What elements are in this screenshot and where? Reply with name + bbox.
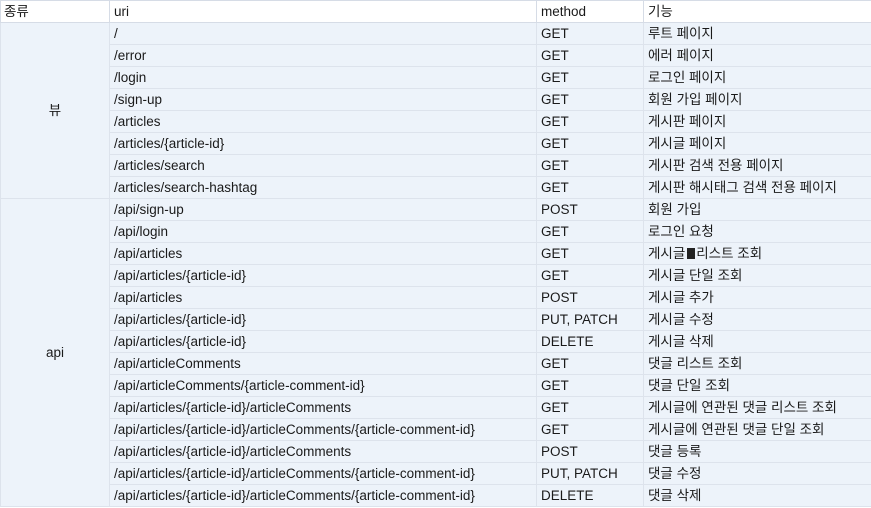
table-row: /api/articles/{article-id} GET 게시글 단일 조회 bbox=[1, 264, 871, 287]
header-kind-cell[interactable]: 종류 bbox=[0, 0, 110, 23]
uri-cell[interactable]: /api/articles/{article-id} bbox=[109, 308, 537, 331]
group-cell-view[interactable]: 뷰 bbox=[0, 22, 110, 199]
table-row: /articles GET 게시판 페이지 bbox=[1, 110, 871, 133]
uri-cell[interactable]: /articles/{article-id} bbox=[109, 132, 537, 155]
table-row: /login GET 로그인 페이지 bbox=[1, 66, 871, 89]
method-cell[interactable]: DELETE bbox=[536, 484, 644, 507]
func-cell[interactable]: 로그인 요청 bbox=[643, 220, 871, 243]
header-row: 종류 uri method 기능 bbox=[0, 0, 871, 23]
table-row: /articles/search GET 게시판 검색 전용 페이지 bbox=[1, 154, 871, 177]
table-row: /api/articles GET 게시글 리스트 조회 bbox=[1, 242, 871, 265]
func-cell[interactable]: 댓글 등록 bbox=[643, 440, 871, 463]
table-row: /articles/search-hashtag GET 게시판 해시태그 검색… bbox=[1, 176, 871, 199]
func-cell[interactable]: 게시판 페이지 bbox=[643, 110, 871, 133]
table-row: /api/articles/{article-id} PUT, PATCH 게시… bbox=[1, 308, 871, 331]
uri-cell[interactable]: /api/articles bbox=[109, 242, 537, 265]
table-row: api /api/sign-up POST 회원 가입 bbox=[0, 198, 871, 507]
method-cell[interactable]: GET bbox=[536, 88, 644, 111]
method-cell[interactable]: GET bbox=[536, 44, 644, 67]
func-cell[interactable]: 회원 가입 페이지 bbox=[643, 88, 871, 111]
method-cell[interactable]: DELETE bbox=[536, 330, 644, 353]
uri-cell[interactable]: /sign-up bbox=[109, 88, 537, 111]
uri-cell[interactable]: /articles/search-hashtag bbox=[109, 176, 537, 199]
func-cell[interactable]: 댓글 수정 bbox=[643, 462, 871, 485]
uri-cell[interactable]: /articles bbox=[109, 110, 537, 133]
table-row: /sign-up GET 회원 가입 페이지 bbox=[1, 88, 871, 111]
func-cell[interactable]: 로그인 페이지 bbox=[643, 66, 871, 89]
uri-cell[interactable]: /api/login bbox=[109, 220, 537, 243]
uri-cell[interactable]: /api/articleComments bbox=[109, 352, 537, 375]
func-cell[interactable]: 게시글 수정 bbox=[643, 308, 871, 331]
table-row: /api/articles/{article-id}/articleCommen… bbox=[1, 418, 871, 441]
method-cell[interactable]: GET bbox=[536, 176, 644, 199]
method-cell[interactable]: GET bbox=[536, 132, 644, 155]
func-cell[interactable]: 게시글 삭제 bbox=[643, 330, 871, 353]
group-cell-api[interactable]: api bbox=[0, 198, 110, 507]
table-row: /api/articles/{article-id}/articleCommen… bbox=[1, 462, 871, 485]
table-row: /api/articles POST 게시글 추가 bbox=[1, 286, 871, 309]
func-cell[interactable]: 에러 페이지 bbox=[643, 44, 871, 67]
uri-cell[interactable]: /api/articles/{article-id}/articleCommen… bbox=[109, 484, 537, 507]
table-row: /api/articles/{article-id}/articleCommen… bbox=[1, 396, 871, 419]
table-row: /api/articleComments/{article-comment-id… bbox=[1, 374, 871, 397]
func-cell[interactable]: 루트 페이지 bbox=[643, 22, 871, 45]
func-cell[interactable]: 게시글에 연관된 댓글 리스트 조회 bbox=[643, 396, 871, 419]
method-cell[interactable]: GET bbox=[536, 418, 644, 441]
uri-cell[interactable]: /login bbox=[109, 66, 537, 89]
method-cell[interactable]: PUT, PATCH bbox=[536, 308, 644, 331]
header-method-cell[interactable]: method bbox=[536, 0, 644, 23]
uri-cell[interactable]: /api/articles/{article-id}/articleCommen… bbox=[109, 418, 537, 441]
uri-cell[interactable]: /api/articles/{article-id}/articleCommen… bbox=[109, 440, 537, 463]
method-cell[interactable]: GET bbox=[536, 220, 644, 243]
table-row: /api/login GET 로그인 요청 bbox=[1, 220, 871, 243]
header-func-cell[interactable]: 기능 bbox=[643, 0, 871, 23]
uri-cell[interactable]: /api/articles/{article-id} bbox=[109, 330, 537, 353]
spreadsheet-table: 종류 uri method 기능 뷰 / GET 루트 페이지 /error G… bbox=[0, 0, 871, 507]
table-row: /api/articles/{article-id}/articleCommen… bbox=[1, 440, 871, 463]
method-cell[interactable]: GET bbox=[536, 396, 644, 419]
method-cell[interactable]: GET bbox=[536, 242, 644, 265]
uri-cell[interactable]: /api/articles/{article-id} bbox=[109, 264, 537, 287]
func-text-part: 게시글 bbox=[648, 246, 686, 261]
method-cell[interactable]: GET bbox=[536, 66, 644, 89]
table-row: /api/articles/{article-id} DELETE 게시글 삭제 bbox=[1, 330, 871, 353]
table-row: /api/articles/{article-id}/articleCommen… bbox=[1, 484, 871, 507]
method-cell[interactable]: POST bbox=[536, 440, 644, 463]
text-cursor-block bbox=[687, 248, 696, 259]
func-cell[interactable]: 게시글 리스트 조회 bbox=[643, 242, 871, 265]
table-row: 뷰 / GET 루트 페이지 bbox=[0, 22, 871, 199]
method-cell[interactable]: POST bbox=[536, 286, 644, 309]
table-row: /error GET 에러 페이지 bbox=[1, 44, 871, 67]
uri-cell[interactable]: /api/articles bbox=[109, 286, 537, 309]
uri-cell[interactable]: /api/sign-up bbox=[109, 198, 537, 221]
func-cell[interactable]: 게시글 단일 조회 bbox=[643, 264, 871, 287]
table-row: /api/articleComments GET 댓글 리스트 조회 bbox=[1, 352, 871, 375]
method-cell[interactable]: GET bbox=[536, 264, 644, 287]
table-row: /articles/{article-id} GET 게시글 페이지 bbox=[1, 132, 871, 155]
func-cell[interactable]: 댓글 단일 조회 bbox=[643, 374, 871, 397]
func-cell[interactable]: 댓글 삭제 bbox=[643, 484, 871, 507]
uri-cell[interactable]: /api/articleComments/{article-comment-id… bbox=[109, 374, 537, 397]
method-cell[interactable]: PUT, PATCH bbox=[536, 462, 644, 485]
method-cell[interactable]: GET bbox=[536, 154, 644, 177]
method-cell[interactable]: GET bbox=[536, 110, 644, 133]
uri-cell[interactable]: /articles/search bbox=[109, 154, 537, 177]
method-cell[interactable]: GET bbox=[536, 352, 644, 375]
method-cell[interactable]: GET bbox=[536, 22, 644, 45]
func-cell[interactable]: 회원 가입 bbox=[643, 198, 871, 221]
func-cell[interactable]: 게시글에 연관된 댓글 단일 조회 bbox=[643, 418, 871, 441]
func-cell[interactable]: 게시글 페이지 bbox=[643, 132, 871, 155]
header-uri-cell[interactable]: uri bbox=[109, 0, 537, 23]
uri-cell[interactable]: /api/articles/{article-id}/articleCommen… bbox=[109, 462, 537, 485]
uri-cell[interactable]: /error bbox=[109, 44, 537, 67]
func-cell[interactable]: 게시판 검색 전용 페이지 bbox=[643, 154, 871, 177]
func-text-part: 리스트 조회 bbox=[696, 246, 763, 261]
method-cell[interactable]: POST bbox=[536, 198, 644, 221]
func-cell[interactable]: 게시글 추가 bbox=[643, 286, 871, 309]
uri-cell[interactable]: / bbox=[109, 22, 537, 45]
uri-cell[interactable]: /api/articles/{article-id}/articleCommen… bbox=[109, 396, 537, 419]
func-cell[interactable]: 댓글 리스트 조회 bbox=[643, 352, 871, 375]
method-cell[interactable]: GET bbox=[536, 374, 644, 397]
func-cell[interactable]: 게시판 해시태그 검색 전용 페이지 bbox=[643, 176, 871, 199]
